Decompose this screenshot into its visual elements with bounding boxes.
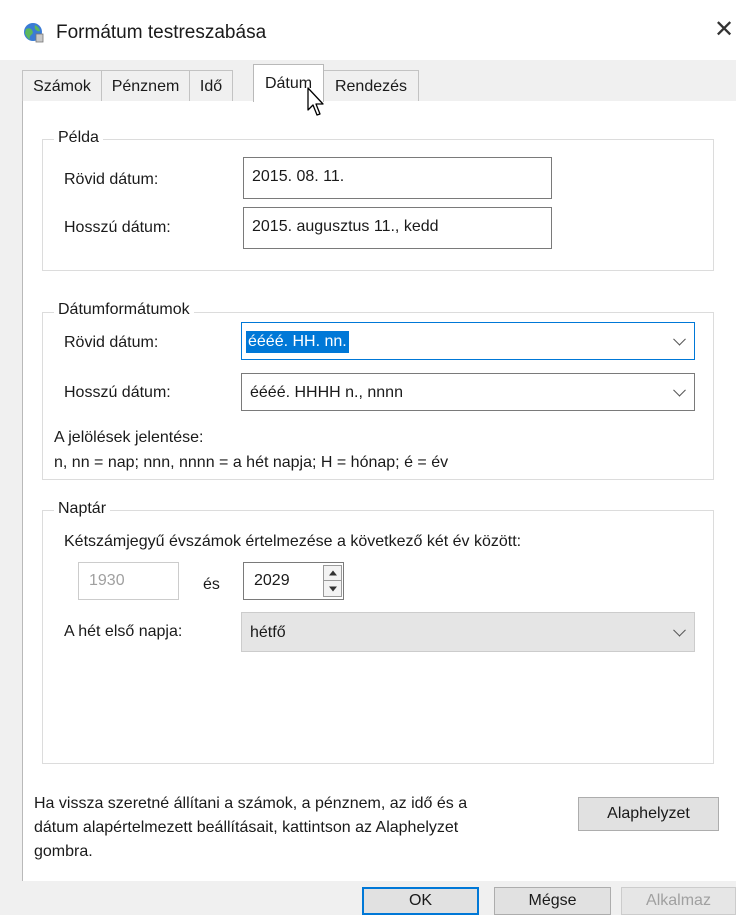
year-range-text: Kétszámjegyű évszámok értelmezése a köve… (64, 533, 522, 550)
formats-long-label: Hosszú dátum: (64, 384, 171, 401)
tab-rendezes[interactable]: Rendezés (323, 70, 419, 101)
long-date-format-combobox[interactable]: éééé. HHHH n., nnnn (241, 373, 695, 411)
from-year-field: 1930 (78, 562, 179, 600)
close-button[interactable]: ✕ (712, 14, 736, 46)
long-date-format-value: éééé. HHHH n., nnnn (250, 384, 403, 401)
example-long-label: Hosszú dátum: (64, 219, 171, 236)
reset-info-line3: gombra. (34, 843, 93, 860)
tab-szamok[interactable]: Számok (22, 70, 102, 101)
calendar-legend: Naptár (54, 499, 111, 519)
chevron-down-icon (673, 383, 686, 397)
notation-text: n, nn = nap; nnn, nnnn = a hét napja; H … (54, 454, 449, 471)
example-short-label: Rövid dátum: (64, 171, 159, 188)
reset-button[interactable]: Alaphelyzet (578, 797, 719, 831)
arrow-down-icon (328, 586, 337, 591)
notation-title: A jelölések jelentése: (54, 429, 204, 446)
reset-info-line2: dátum alapértelmezett beállításait, katt… (34, 819, 459, 836)
example-legend: Példa (54, 128, 103, 148)
tab-penznem[interactable]: Pénznem (101, 70, 190, 101)
example-short-field: 2015. 08. 11. (243, 157, 552, 199)
and-label: és (203, 576, 220, 593)
formats-legend: Dátumformátumok (54, 300, 194, 320)
chevron-down-icon (673, 332, 686, 346)
window-title: Formátum testreszabása (56, 22, 267, 43)
spin-up-button[interactable] (324, 566, 341, 581)
cancel-button[interactable]: Mégse (494, 887, 611, 915)
year-spinner[interactable] (323, 565, 342, 597)
first-day-combobox[interactable]: hétfő (241, 612, 695, 652)
globe-icon (24, 23, 44, 43)
spin-down-button[interactable] (324, 581, 341, 596)
arrow-up-icon (328, 570, 337, 576)
tab-ido[interactable]: Idő (189, 70, 233, 101)
short-date-format-value: éééé. HH. nn. (246, 331, 349, 353)
mouse-cursor-icon (307, 87, 324, 116)
reset-info-line1: Ha vissza szeretné állítani a számok, a … (34, 795, 468, 812)
first-day-label: A hét első napja: (64, 623, 183, 640)
example-long-field: 2015. augusztus 11., kedd (243, 207, 552, 249)
formats-short-label: Rövid dátum: (64, 334, 159, 351)
ok-button[interactable]: OK (362, 887, 479, 915)
first-day-value: hétfő (250, 624, 286, 641)
chevron-down-icon (673, 623, 686, 637)
apply-button[interactable]: Alkalmaz (621, 887, 736, 915)
short-date-format-combobox[interactable]: éééé. HH. nn. (241, 322, 695, 360)
